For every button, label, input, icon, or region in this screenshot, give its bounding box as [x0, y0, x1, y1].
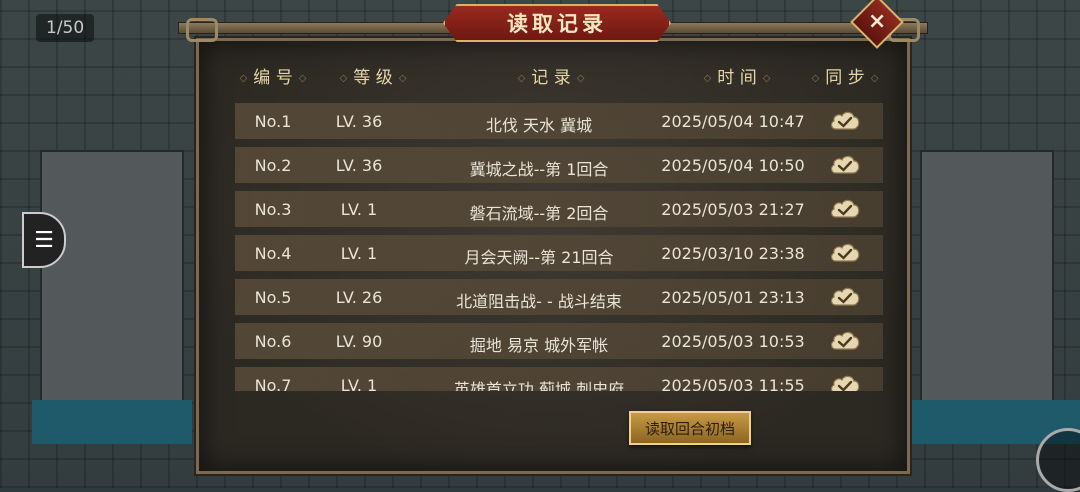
table-row[interactable]: No.2 LV. 36 冀城之战--第 1回合 2025/05/04 10:50 — [235, 147, 883, 183]
record-level: LV. 36 — [335, 112, 383, 131]
table-row[interactable]: No.6 LV. 90 掘地 易京 城外军帐 2025/05/03 10:53 — [235, 323, 883, 359]
cloud-check-icon — [830, 375, 860, 391]
record-name: 英雄首立功 蓟城 刺史府 — [453, 380, 625, 391]
record-time: 2025/05/04 10:47 — [661, 112, 805, 131]
column-level: 等 级 — [334, 63, 413, 88]
record-number: No.1 — [254, 112, 292, 131]
record-time: 2025/05/04 10:50 — [661, 156, 805, 175]
table-row[interactable]: No.3 LV. 1 磐石流域--第 2回合 2025/05/03 21:27 — [235, 191, 883, 227]
record-number: No.5 — [254, 288, 292, 307]
record-level: LV. 1 — [340, 200, 378, 219]
close-icon: × — [867, 9, 887, 34]
table-row[interactable]: No.4 LV. 1 月会天阙--第 21回合 2025/03/10 23:38 — [235, 235, 883, 271]
cloud-check-icon — [830, 331, 860, 350]
column-sync: 同 步 — [806, 63, 885, 88]
table-row[interactable]: No.5 LV. 26 北道阻击战- - 战斗结束 2025/05/01 23:13 — [235, 279, 883, 315]
side-menu-icon: ☰ — [34, 227, 54, 253]
record-time: 2025/05/03 21:27 — [661, 200, 805, 219]
column-record: 记 录 — [512, 63, 591, 88]
record-number: No.2 — [254, 156, 292, 175]
record-level: LV. 1 — [340, 376, 378, 391]
record-name: 磐石流域--第 2回合 — [469, 204, 609, 223]
load-record-dialog: 编 号 等 级 记 录 时 间 同 步 No.1 LV. 36 北伐 天水 冀城 20… — [196, 38, 910, 474]
record-name: 北道阻击战- - 战斗结束 — [456, 292, 622, 311]
record-number: No.7 — [254, 376, 292, 391]
table-header: 编 号 等 级 记 录 时 间 同 步 — [234, 59, 885, 88]
record-number: No.3 — [254, 200, 292, 219]
record-number: No.6 — [254, 332, 292, 351]
table-row[interactable]: No.1 LV. 36 北伐 天水 冀城 2025/05/04 10:47 — [235, 103, 883, 139]
water-moat — [32, 400, 192, 444]
load-round-start-button[interactable]: 读取回合初档 — [629, 411, 751, 445]
dialog-title: 读取记录 — [443, 4, 671, 42]
city-wall — [920, 150, 1054, 404]
record-time: 2025/05/01 23:13 — [661, 288, 805, 307]
table-row[interactable]: No.7 LV. 1 英雄首立功 蓟城 刺史府 2025/05/03 11:55 — [235, 367, 883, 391]
record-name: 冀城之战--第 1回合 — [469, 160, 609, 179]
cloud-check-icon — [830, 243, 860, 262]
column-number: 编 号 — [234, 63, 313, 88]
record-time: 2025/03/10 23:38 — [661, 244, 805, 263]
record-name: 掘地 易京 城外军帐 — [469, 336, 609, 355]
record-list[interactable]: No.1 LV. 36 北伐 天水 冀城 2025/05/04 10:47 No.2 LV… — [235, 103, 883, 391]
column-time: 时 间 — [698, 63, 777, 88]
record-name: 北伐 天水 冀城 — [485, 116, 593, 135]
record-level: LV. 1 — [340, 244, 378, 263]
cloud-check-icon — [830, 287, 860, 306]
record-time: 2025/05/03 10:53 — [661, 332, 805, 351]
record-time: 2025/05/03 11:55 — [661, 376, 805, 391]
cloud-check-icon — [830, 111, 860, 130]
record-level: LV. 36 — [335, 156, 383, 175]
record-name: 月会天阙--第 21回合 — [464, 248, 614, 267]
city-wall — [40, 150, 184, 404]
record-level: LV. 90 — [335, 332, 383, 351]
cloud-check-icon — [830, 155, 860, 174]
cloud-check-icon — [830, 199, 860, 218]
record-number: No.4 — [254, 244, 292, 263]
record-level: LV. 26 — [335, 288, 383, 307]
page-counter: 1/50 — [36, 14, 95, 42]
